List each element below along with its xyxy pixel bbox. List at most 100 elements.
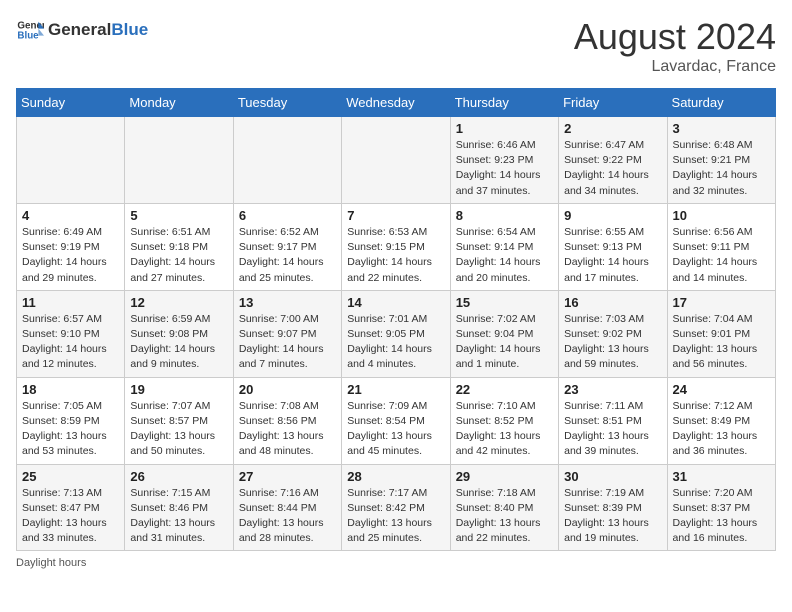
day-number: 4 xyxy=(22,208,119,223)
day-info: Sunrise: 7:09 AM Sunset: 8:54 PM Dayligh… xyxy=(347,399,444,460)
col-header-sunday: Sunday xyxy=(17,89,125,117)
day-number: 10 xyxy=(673,208,770,223)
day-info: Sunrise: 6:55 AM Sunset: 9:13 PM Dayligh… xyxy=(564,225,661,286)
day-info: Sunrise: 7:12 AM Sunset: 8:49 PM Dayligh… xyxy=(673,399,770,460)
day-number: 23 xyxy=(564,382,661,397)
day-info: Sunrise: 6:57 AM Sunset: 9:10 PM Dayligh… xyxy=(22,312,119,373)
month-year: August 2024 xyxy=(574,16,776,58)
calendar-table: SundayMondayTuesdayWednesdayThursdayFrid… xyxy=(16,88,776,551)
day-number: 3 xyxy=(673,121,770,136)
day-number: 18 xyxy=(22,382,119,397)
day-info: Sunrise: 7:13 AM Sunset: 8:47 PM Dayligh… xyxy=(22,486,119,547)
day-info: Sunrise: 7:15 AM Sunset: 8:46 PM Dayligh… xyxy=(130,486,227,547)
day-info: Sunrise: 7:19 AM Sunset: 8:39 PM Dayligh… xyxy=(564,486,661,547)
day-number: 20 xyxy=(239,382,336,397)
day-info: Sunrise: 6:46 AM Sunset: 9:23 PM Dayligh… xyxy=(456,138,553,199)
location: Lavardac, France xyxy=(574,58,776,76)
day-number: 26 xyxy=(130,469,227,484)
day-number: 30 xyxy=(564,469,661,484)
calendar-cell: 11 Sunrise: 6:57 AM Sunset: 9:10 PM Dayli… xyxy=(17,290,125,377)
calendar-cell: 14 Sunrise: 7:01 AM Sunset: 9:05 PM Dayli… xyxy=(342,290,450,377)
day-number: 8 xyxy=(456,208,553,223)
calendar-cell: 27Sunrise: 7:16 AM Sunset: 8:44 PM Dayli… xyxy=(233,464,341,551)
day-number: 16 xyxy=(564,295,661,310)
header-row: SundayMondayTuesdayWednesdayThursdayFrid… xyxy=(17,89,776,117)
day-info: Sunrise: 7:07 AM Sunset: 8:57 PM Dayligh… xyxy=(130,399,227,460)
day-number: 19 xyxy=(130,382,227,397)
day-number: 2 xyxy=(564,121,661,136)
day-info: Sunrise: 7:01 AM Sunset: 9:05 PM Dayligh… xyxy=(347,312,444,373)
day-info: Sunrise: 7:04 AM Sunset: 9:01 PM Dayligh… xyxy=(673,312,770,373)
calendar-cell xyxy=(342,117,450,204)
week-row-2: 4 Sunrise: 6:49 AM Sunset: 9:19 PM Daylig… xyxy=(17,203,776,290)
day-info: Sunrise: 7:16 AM Sunset: 8:44 PM Dayligh… xyxy=(239,486,336,547)
col-header-tuesday: Tuesday xyxy=(233,89,341,117)
calendar-cell: 2 Sunrise: 6:47 AM Sunset: 9:22 PM Daylig… xyxy=(559,117,667,204)
col-header-saturday: Saturday xyxy=(667,89,775,117)
logo: General Blue GeneralBlue xyxy=(16,16,148,44)
calendar-cell: 16 Sunrise: 7:03 AM Sunset: 9:02 PM Dayli… xyxy=(559,290,667,377)
calendar-cell: 3 Sunrise: 6:48 AM Sunset: 9:21 PM Daylig… xyxy=(667,117,775,204)
day-number: 21 xyxy=(347,382,444,397)
calendar-cell: 17 Sunrise: 7:04 AM Sunset: 9:01 PM Dayli… xyxy=(667,290,775,377)
calendar-cell: 20 Sunrise: 7:08 AM Sunset: 8:56 PM Dayli… xyxy=(233,377,341,464)
calendar-cell: 15Sunrise: 7:02 AM Sunset: 9:04 PM Dayli… xyxy=(450,290,558,377)
day-number: 7 xyxy=(347,208,444,223)
day-number: 6 xyxy=(239,208,336,223)
calendar-cell: 21 Sunrise: 7:09 AM Sunset: 8:54 PM Dayli… xyxy=(342,377,450,464)
day-info: Sunrise: 7:05 AM Sunset: 8:59 PM Dayligh… xyxy=(22,399,119,460)
day-number: 11 xyxy=(22,295,119,310)
day-info: Sunrise: 7:08 AM Sunset: 8:56 PM Dayligh… xyxy=(239,399,336,460)
day-info: Sunrise: 6:54 AM Sunset: 9:14 PM Dayligh… xyxy=(456,225,553,286)
logo-icon: General Blue xyxy=(16,16,44,44)
day-info: Sunrise: 6:48 AM Sunset: 9:21 PM Dayligh… xyxy=(673,138,770,199)
header: General Blue GeneralBlue August 2024 Lav… xyxy=(16,16,776,76)
day-info: Sunrise: 7:03 AM Sunset: 9:02 PM Dayligh… xyxy=(564,312,661,373)
logo-blue: Blue xyxy=(111,20,148,39)
day-info: Sunrise: 7:20 AM Sunset: 8:37 PM Dayligh… xyxy=(673,486,770,547)
col-header-wednesday: Wednesday xyxy=(342,89,450,117)
calendar-cell: 18 Sunrise: 7:05 AM Sunset: 8:59 PM Dayli… xyxy=(17,377,125,464)
day-info: Sunrise: 7:17 AM Sunset: 8:42 PM Dayligh… xyxy=(347,486,444,547)
day-number: 5 xyxy=(130,208,227,223)
day-number: 17 xyxy=(673,295,770,310)
calendar-cell: 6Sunrise: 6:52 AM Sunset: 9:17 PM Daylig… xyxy=(233,203,341,290)
day-number: 22 xyxy=(456,382,553,397)
day-number: 14 xyxy=(347,295,444,310)
calendar-cell: 1Sunrise: 6:46 AM Sunset: 9:23 PM Daylig… xyxy=(450,117,558,204)
day-info: Sunrise: 6:59 AM Sunset: 9:08 PM Dayligh… xyxy=(130,312,227,373)
calendar-cell: 24Sunrise: 7:12 AM Sunset: 8:49 PM Dayli… xyxy=(667,377,775,464)
col-header-monday: Monday xyxy=(125,89,233,117)
day-number: 25 xyxy=(22,469,119,484)
calendar-cell: 4 Sunrise: 6:49 AM Sunset: 9:19 PM Daylig… xyxy=(17,203,125,290)
calendar-cell: 5 Sunrise: 6:51 AM Sunset: 9:18 PM Daylig… xyxy=(125,203,233,290)
calendar-cell: 30 Sunrise: 7:19 AM Sunset: 8:39 PM Dayli… xyxy=(559,464,667,551)
footer: Daylight hours xyxy=(16,557,776,569)
calendar-cell: 23Sunrise: 7:11 AM Sunset: 8:51 PM Dayli… xyxy=(559,377,667,464)
svg-text:Blue: Blue xyxy=(17,30,39,41)
logo-general: General xyxy=(48,20,111,39)
day-info: Sunrise: 7:00 AM Sunset: 9:07 PM Dayligh… xyxy=(239,312,336,373)
day-info: Sunrise: 6:51 AM Sunset: 9:18 PM Dayligh… xyxy=(130,225,227,286)
day-info: Sunrise: 7:02 AM Sunset: 9:04 PM Dayligh… xyxy=(456,312,553,373)
week-row-5: 25 Sunrise: 7:13 AM Sunset: 8:47 PM Dayli… xyxy=(17,464,776,551)
calendar-cell: 13Sunrise: 7:00 AM Sunset: 9:07 PM Dayli… xyxy=(233,290,341,377)
day-info: Sunrise: 6:49 AM Sunset: 9:19 PM Dayligh… xyxy=(22,225,119,286)
calendar-cell: 22Sunrise: 7:10 AM Sunset: 8:52 PM Dayli… xyxy=(450,377,558,464)
calendar-cell: 9Sunrise: 6:55 AM Sunset: 9:13 PM Daylig… xyxy=(559,203,667,290)
calendar-cell: 28 Sunrise: 7:17 AM Sunset: 8:42 PM Dayli… xyxy=(342,464,450,551)
day-number: 28 xyxy=(347,469,444,484)
day-info: Sunrise: 6:53 AM Sunset: 9:15 PM Dayligh… xyxy=(347,225,444,286)
calendar-cell xyxy=(125,117,233,204)
calendar-cell: 25 Sunrise: 7:13 AM Sunset: 8:47 PM Dayli… xyxy=(17,464,125,551)
col-header-thursday: Thursday xyxy=(450,89,558,117)
day-number: 12 xyxy=(130,295,227,310)
week-row-4: 18 Sunrise: 7:05 AM Sunset: 8:59 PM Dayli… xyxy=(17,377,776,464)
day-number: 31 xyxy=(673,469,770,484)
day-info: Sunrise: 7:18 AM Sunset: 8:40 PM Dayligh… xyxy=(456,486,553,547)
title-area: August 2024 Lavardac, France xyxy=(574,16,776,76)
day-info: Sunrise: 6:47 AM Sunset: 9:22 PM Dayligh… xyxy=(564,138,661,199)
daylight-label: Daylight hours xyxy=(16,557,86,569)
calendar-cell: 7 Sunrise: 6:53 AM Sunset: 9:15 PM Daylig… xyxy=(342,203,450,290)
calendar-cell: 26 Sunrise: 7:15 AM Sunset: 8:46 PM Dayli… xyxy=(125,464,233,551)
